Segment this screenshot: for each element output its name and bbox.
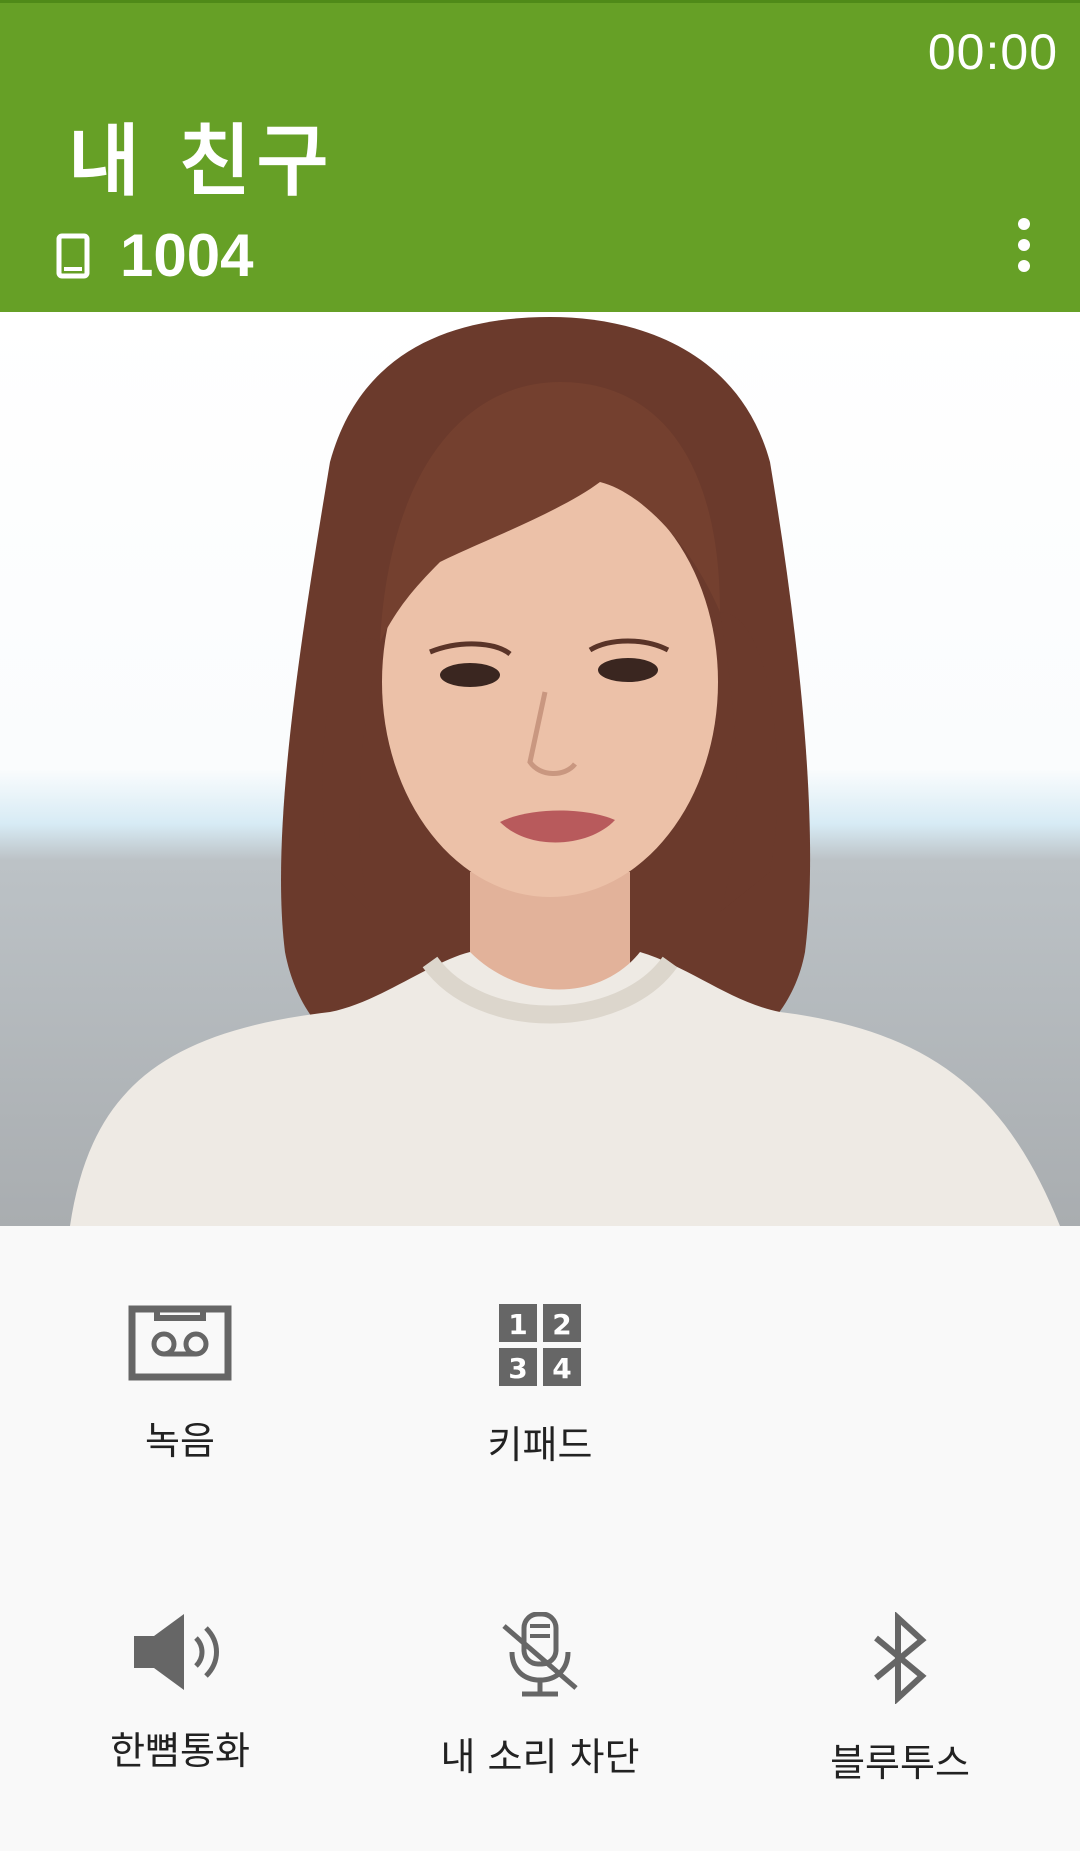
call-controls: 녹음 1 2 3 4 키패드 한뼘통화 내 소리 차단 블루투스 <box>0 1226 1080 1851</box>
contact-photo-illustration <box>70 317 1060 1226</box>
mute-button[interactable]: 내 소리 차단 <box>390 1612 690 1781</box>
mute-label: 내 소리 차단 <box>440 1735 640 1779</box>
phone-number-row: 1004 <box>56 221 253 290</box>
svg-text:3: 3 <box>508 1352 527 1385</box>
record-label: 녹음 <box>145 1419 215 1463</box>
call-header: 00:00 내 친구 1004 <box>0 0 1080 312</box>
voicemail-tape-icon <box>128 1305 232 1381</box>
keypad-label: 키패드 <box>487 1423 593 1467</box>
mobile-phone-icon <box>56 233 90 278</box>
contact-photo <box>0 312 1080 1226</box>
speaker-label: 한뼘통화 <box>110 1729 250 1773</box>
phone-number: 1004 <box>120 222 254 289</box>
mic-off-icon <box>502 1612 578 1697</box>
record-button[interactable]: 녹음 <box>30 1304 330 1465</box>
bluetooth-icon <box>874 1612 927 1704</box>
bluetooth-label: 블루투스 <box>830 1741 970 1785</box>
bluetooth-button[interactable]: 블루투스 <box>750 1612 1050 1787</box>
svg-text:2: 2 <box>552 1308 571 1341</box>
speaker-button[interactable]: 한뼘통화 <box>30 1612 330 1775</box>
keypad-grid-icon: 1 2 3 4 <box>499 1304 581 1386</box>
more-vertical-icon <box>1018 218 1030 230</box>
contact-name: 내 친구 <box>68 117 335 207</box>
speaker-icon <box>134 1614 219 1690</box>
svg-text:1: 1 <box>508 1308 527 1341</box>
keypad-button[interactable]: 1 2 3 4 키패드 <box>390 1304 690 1469</box>
svg-text:4: 4 <box>552 1352 571 1385</box>
call-timer: 00:00 <box>927 24 1058 80</box>
more-options-button[interactable] <box>1012 218 1036 272</box>
